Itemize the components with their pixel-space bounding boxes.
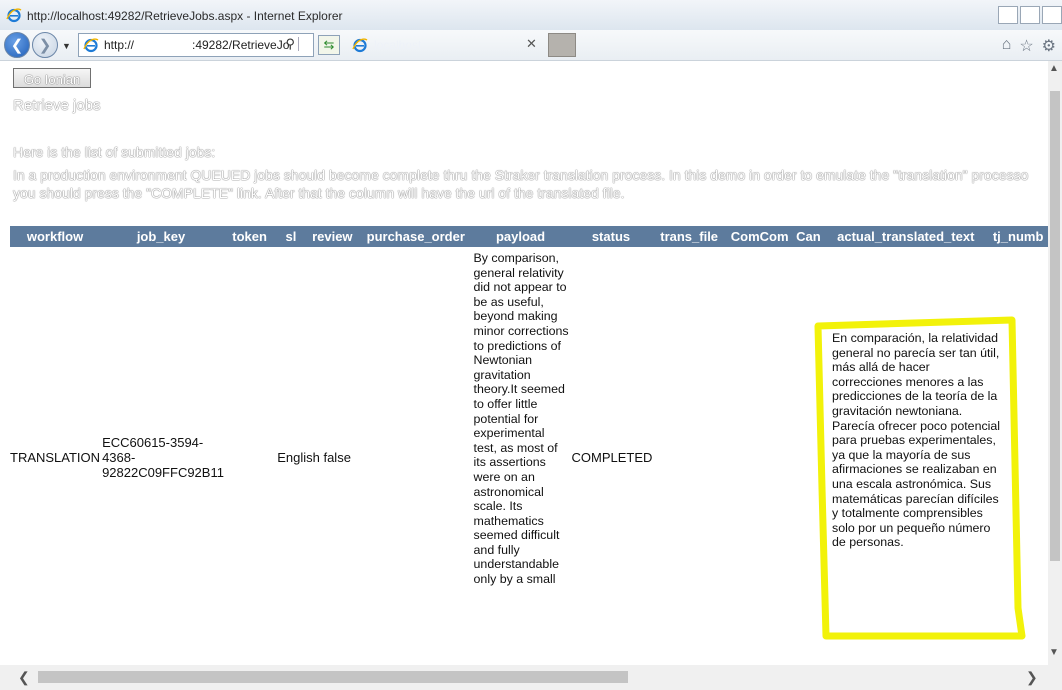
browser-tab[interactable]: localhost ✕ [346,30,546,59]
table-header-row: workflow job_key token sl review purchas… [10,226,1048,247]
arrow-left-icon: ❮ [10,37,24,54]
page-heading: Retrieve jobs [13,97,101,114]
window-title: http://localhost:49282/RetrieveJobs.aspx… [27,9,343,23]
col-header: ComCom [725,226,794,247]
col-header: Can [793,226,824,247]
col-header: payload [471,226,570,247]
scroll-down-icon[interactable]: ▼ [1049,647,1059,658]
forward-button[interactable]: ❯ [32,32,58,58]
address-bar[interactable]: http:// :49282/RetrieveJo ⚲ [78,33,314,57]
col-header: actual_translated_text [823,226,989,247]
browser-tools: ⌂ ☆ ⚙ [1002,36,1056,56]
back-button[interactable]: ❮ [4,32,30,58]
new-tab-button[interactable] [548,33,576,57]
instructions-text: In a production environment QUEUED jobs … [13,167,1029,201]
col-header: trans_file [652,226,726,247]
cell-sl-review: English false [277,449,351,465]
address-rest: :49282/RetrieveJo [192,38,290,52]
scroll-up-icon[interactable]: ▲ [1049,63,1059,74]
search-icon[interactable]: ⚲ [285,36,295,52]
horizontal-scroll-thumb[interactable] [38,671,628,683]
ie-tab-icon [352,38,368,53]
cell-workflow: TRANSLATION [10,449,101,465]
col-header: purchase_order [360,226,472,247]
ie-logo-icon [6,8,22,23]
col-header: status [569,226,653,247]
close-tab-icon[interactable]: ✕ [526,36,537,52]
scroll-right-icon[interactable]: ❯ [1026,669,1038,686]
browser-navbar: ❮ ❯ ▼ http:// :49282/RetrieveJo ⚲ ⇆ loca… [0,30,1062,61]
horizontal-scrollbar[interactable]: ❮ ❯ [0,665,1062,690]
favorites-star-icon[interactable]: ☆ [1019,36,1033,56]
cell-status: COMPLETED [571,449,653,465]
cell-trans-file [652,247,725,665]
minimize-button[interactable] [998,6,1018,24]
translated-text: En comparación, la relatividad general n… [832,331,1001,550]
job-key-text: ECC60615-3594-4368-92822C09FFC92B11 [102,434,224,480]
window-titlebar: http://localhost:49282/RetrieveJobs.aspx… [0,0,1062,31]
page-content: Go Ionian Retrieve jobs Here is the list… [0,61,1048,665]
cell-comcom [726,247,794,665]
history-dropdown-icon[interactable]: ▼ [62,41,71,51]
address-dropdown-icon[interactable] [298,37,311,51]
scroll-left-icon[interactable]: ❮ [18,669,30,686]
col-header: review [304,226,361,247]
cell-job-key: ECC60615-3594-4368-92822C09FFC92B11 [100,247,224,665]
compat-refresh-button[interactable]: ⇆ [318,35,340,55]
col-header: sl [277,226,305,247]
address-prefix: http:// [104,38,135,52]
cell-can [793,247,823,665]
col-header: token [221,226,278,247]
arrow-right-icon: ❯ [38,37,52,54]
ie-page-icon [83,38,99,53]
gear-icon[interactable]: ⚙ [1042,36,1056,56]
col-header: workflow [10,226,101,247]
refresh-icon: ⇆ [323,37,335,52]
intro-text: Here is the list of submitted jobs: [13,144,216,160]
cell-token [222,247,277,665]
close-window-button[interactable] [1042,6,1062,24]
cell-payload: By comparison, general relativity did no… [472,247,570,665]
cell-purchase-order [360,247,472,665]
maximize-button[interactable] [1020,6,1040,24]
go-button[interactable]: Go Ionian [13,68,91,88]
window-controls [998,6,1062,24]
vertical-scrollbar[interactable]: ▲ ▼ [1048,61,1062,665]
vertical-scroll-thumb[interactable] [1050,91,1060,561]
col-header: tj_numb [988,226,1048,247]
tab-title: localhost [374,38,422,52]
home-icon[interactable]: ⌂ [1002,36,1012,56]
col-header: job_key [100,226,222,247]
payload-text: By comparison, general relativity did no… [473,251,569,587]
